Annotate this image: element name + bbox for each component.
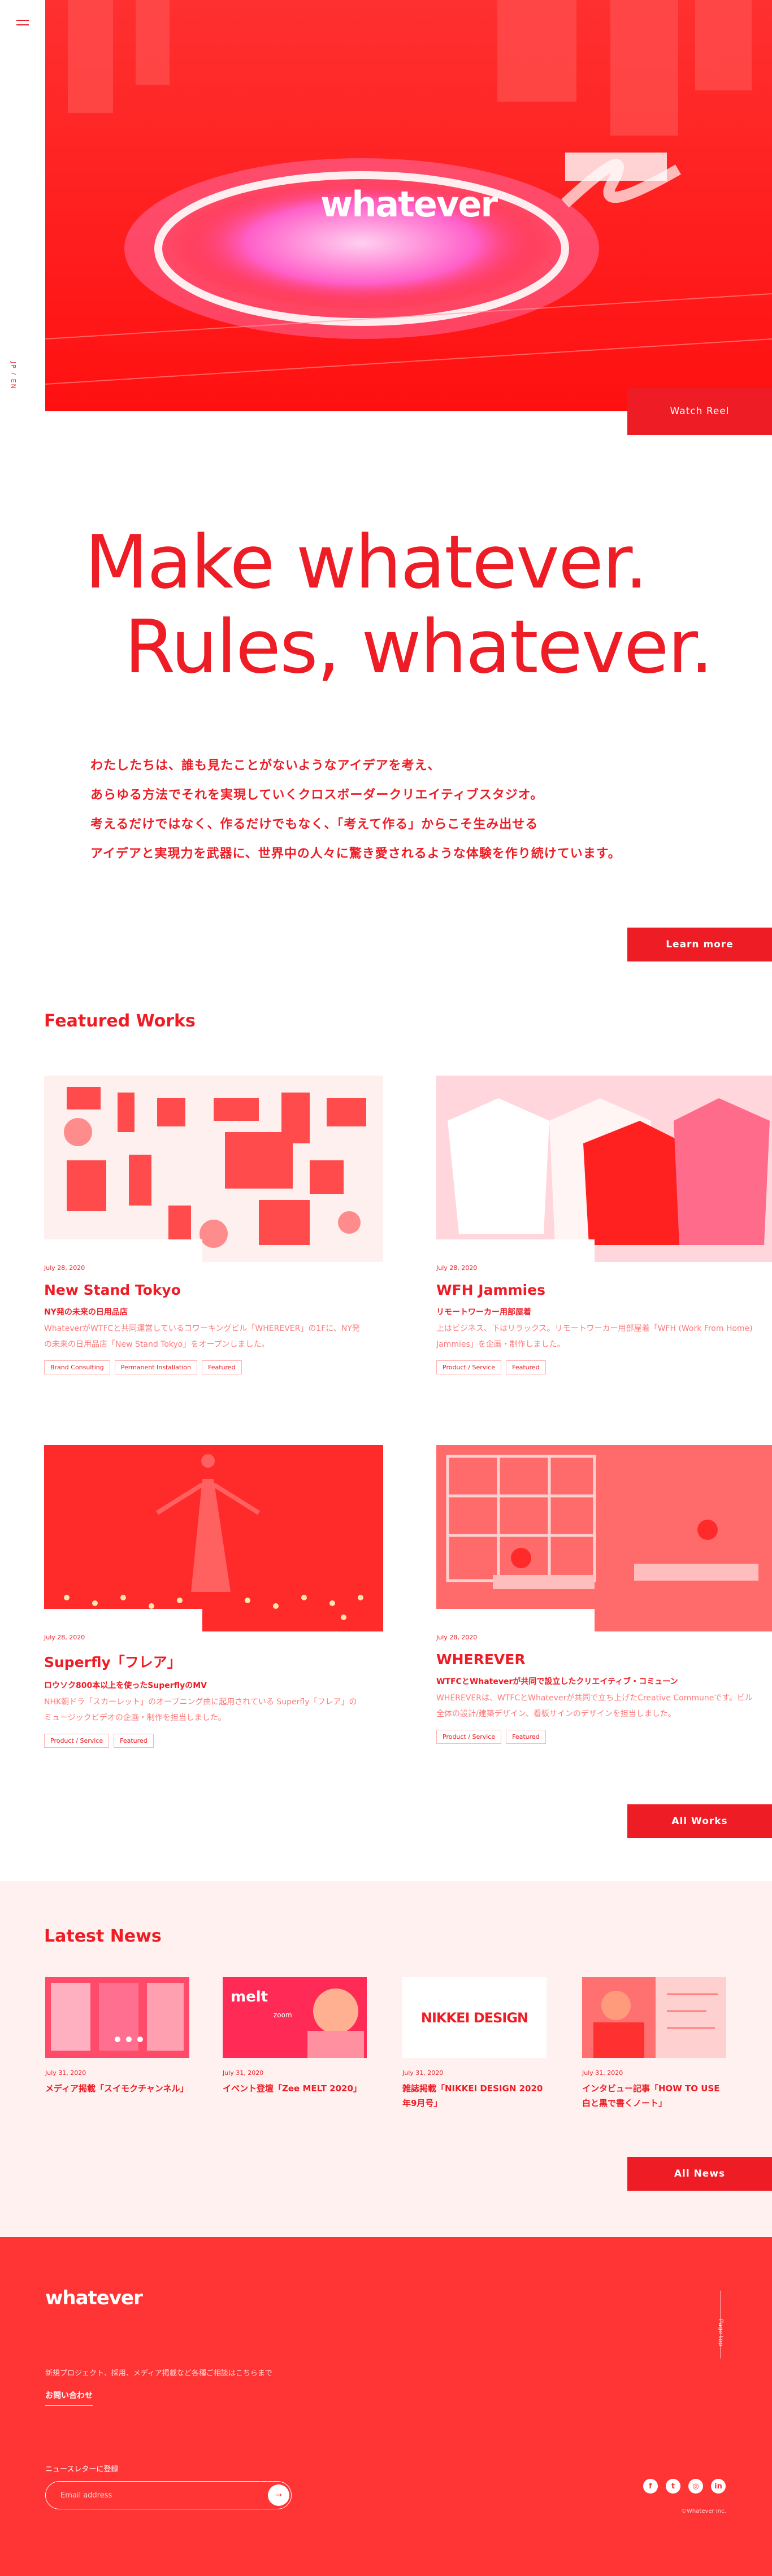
work-date: July 28, 2020 — [44, 1634, 85, 1641]
news-date: July 31, 2020 — [223, 2069, 264, 2077]
intro-line: アイデアと実現力を武器に、世界中の人々に驚き愛されるような体験を作り続けています… — [90, 847, 621, 861]
work-subtitle: リモートワーカー用部屋着 — [436, 1308, 531, 1317]
latest-news-title: Latest News — [44, 1926, 162, 1946]
tag[interactable]: Featured — [201, 1360, 242, 1374]
work-tags: Product / Service Featured — [436, 1360, 772, 1374]
news-title: イベント登壇「Zee MELT 2020」 — [223, 2083, 362, 2094]
news-thumbnail: NIKKEI DESIGN — [402, 1977, 547, 2058]
language-switch[interactable]: JP / EN — [10, 362, 17, 390]
work-card[interactable]: July 28, 2020 Superfly「フレア」 ロウソク800本以上を使… — [44, 1445, 383, 1748]
news-title: 雑誌掲載「NIKKEI DESIGN 2020年9月号」 — [402, 2083, 543, 2108]
work-tags: Product / Service Featured — [44, 1734, 383, 1748]
work-tags: Product / Service Featured — [436, 1730, 772, 1744]
nikkei-design-logo: NIKKEI DESIGN — [420, 2009, 528, 2026]
news-date: July 31, 2020 — [45, 2069, 86, 2077]
work-card[interactable]: July 28, 2020 New Stand Tokyo NY発の未来の日用品… — [44, 1076, 383, 1374]
work-card[interactable]: July 28, 2020 WFH Jammies リモートワーカー用部屋着 上… — [436, 1076, 772, 1374]
watch-reel-button[interactable]: Watch Reel — [627, 388, 772, 435]
news-title: メディア掲載「スイモクチャンネル」 — [45, 2083, 189, 2094]
work-title: WHEREVER — [436, 1651, 526, 1668]
news-date: July 31, 2020 — [402, 2069, 444, 2077]
work-subtitle: NY発の未来の日用品店 — [44, 1308, 128, 1317]
work-title: WFH Jammies — [436, 1282, 545, 1298]
work-thumbnail — [436, 1076, 772, 1262]
copyright: ©Whatever Inc. — [681, 2508, 726, 2514]
work-thumbnail — [44, 1445, 383, 1631]
work-thumbnail — [436, 1445, 772, 1631]
headline: Make whatever. Rules, whatever. — [85, 519, 713, 690]
work-description: WHEREVERは、WTFCとWhateverが共同で立ち上げたCreative… — [436, 1694, 753, 1718]
hero-video: whatever — [45, 0, 772, 411]
tag[interactable]: Brand Consulting — [44, 1360, 110, 1374]
news-thumbnail — [582, 1977, 726, 2058]
featured-works-title: Featured Works — [44, 1011, 196, 1031]
work-subtitle: WTFCとWhateverが共同で設立したクリエイティブ・コミューン — [436, 1677, 678, 1686]
menu-button[interactable] — [0, 0, 45, 45]
work-description: WhateverがWTFCと共同運営しているコワーキングビル「WHEREVER」… — [44, 1324, 360, 1349]
work-subtitle: ロウソク800本以上を使ったSuperflyのMV — [44, 1681, 207, 1690]
tag[interactable]: Featured — [506, 1730, 546, 1744]
all-works-button[interactable]: All Works — [627, 1804, 772, 1838]
news-thumbnail — [45, 1977, 189, 2058]
work-description: 上はビジネス、下はリラックス。リモートワーカー用部屋着「WFH (Work Fr… — [436, 1324, 753, 1349]
news-card[interactable]: melt zoom July 31, 2020 イベント登壇「Zee MELT … — [223, 1977, 367, 2096]
page-top-link[interactable]: Page top — [717, 2291, 730, 2359]
tag[interactable]: Featured — [506, 1360, 546, 1374]
facebook-icon[interactable]: f — [643, 2479, 658, 2494]
zoom-logo: zoom — [274, 2011, 292, 2019]
headline-line1: Make whatever. — [85, 519, 648, 605]
work-card[interactable]: July 28, 2020 WHEREVER WTFCとWhateverが共同で… — [436, 1445, 772, 1744]
news-date: July 31, 2020 — [582, 2069, 623, 2077]
headline-line2: Rules, whatever. — [124, 604, 713, 690]
learn-more-button[interactable]: Learn more — [627, 928, 772, 961]
all-news-button[interactable]: All News — [627, 2157, 772, 2191]
submit-arrow-icon[interactable]: → — [268, 2484, 289, 2506]
tag[interactable]: Product / Service — [44, 1734, 110, 1748]
intro-text: わたしたちは、誰も見たことがないようなアイデアを考え、 あらゆる方法でそれを実現… — [90, 751, 621, 869]
intro-line: 考えるだけではなく、作るだけでもなく、「考えて作る」からこそ生み出せる — [90, 817, 539, 832]
work-tags: Brand Consulting Permanent Installation … — [44, 1360, 383, 1374]
tag[interactable]: Permanent Installation — [114, 1360, 197, 1374]
work-thumbnail — [44, 1076, 383, 1262]
email-input[interactable]: Email address — [45, 2481, 292, 2509]
intro-line: あらゆる方法でそれを実現していくクロスボーダークリエイティブスタジオ。 — [90, 788, 544, 802]
social-links: f t ◎ in — [643, 2479, 726, 2494]
work-date: July 28, 2020 — [436, 1264, 478, 1272]
news-thumbnail: melt zoom — [223, 1977, 367, 2058]
news-card[interactable]: NIKKEI DESIGN July 31, 2020 雑誌掲載「NIKKEI … — [402, 1977, 547, 2111]
twitter-icon[interactable]: t — [666, 2479, 680, 2494]
hamburger-icon — [16, 20, 29, 25]
work-date: July 28, 2020 — [436, 1634, 478, 1641]
page-top-label: Page top — [717, 2319, 725, 2347]
tag[interactable]: Product / Service — [436, 1360, 502, 1374]
newsletter-label: ニュースレターに登録 — [45, 2465, 119, 2474]
footer-logo[interactable]: whatever — [45, 2287, 143, 2309]
footer-contact-text: 新規プロジェクト、採用、メディア掲載など各種ご相談はこちらまで — [45, 2369, 272, 2378]
news-card[interactable]: July 31, 2020 インタビュー記事「HOW TO USE 白と黒で書く… — [582, 1977, 726, 2111]
tag[interactable]: Featured — [114, 1734, 154, 1748]
work-description: NHK朝ドラ「スカーレット」のオープニング曲に起用されている Superfly「… — [44, 1698, 357, 1722]
intro-line: わたしたちは、誰も見たことがないようなアイデアを考え、 — [90, 759, 441, 773]
hero-logo: whatever — [320, 184, 498, 225]
work-title: Superfly「フレア」 — [44, 1654, 181, 1670]
tag[interactable]: Product / Service — [436, 1730, 502, 1744]
instagram-icon[interactable]: ◎ — [688, 2479, 703, 2494]
news-title: インタビュー記事「HOW TO USE 白と黒で書くノート」 — [582, 2083, 720, 2108]
contact-link[interactable]: お問い合わせ — [45, 2390, 93, 2406]
news-card[interactable]: July 31, 2020 メディア掲載「スイモクチャンネル」 — [45, 1977, 189, 2096]
work-date: July 28, 2020 — [44, 1264, 85, 1272]
linkedin-icon[interactable]: in — [711, 2479, 726, 2494]
footer: whatever 新規プロジェクト、採用、メディア掲載など各種ご相談はこちらまで… — [0, 2237, 772, 2576]
melt-logo: melt — [231, 1988, 268, 2005]
work-title: New Stand Tokyo — [44, 1282, 181, 1298]
